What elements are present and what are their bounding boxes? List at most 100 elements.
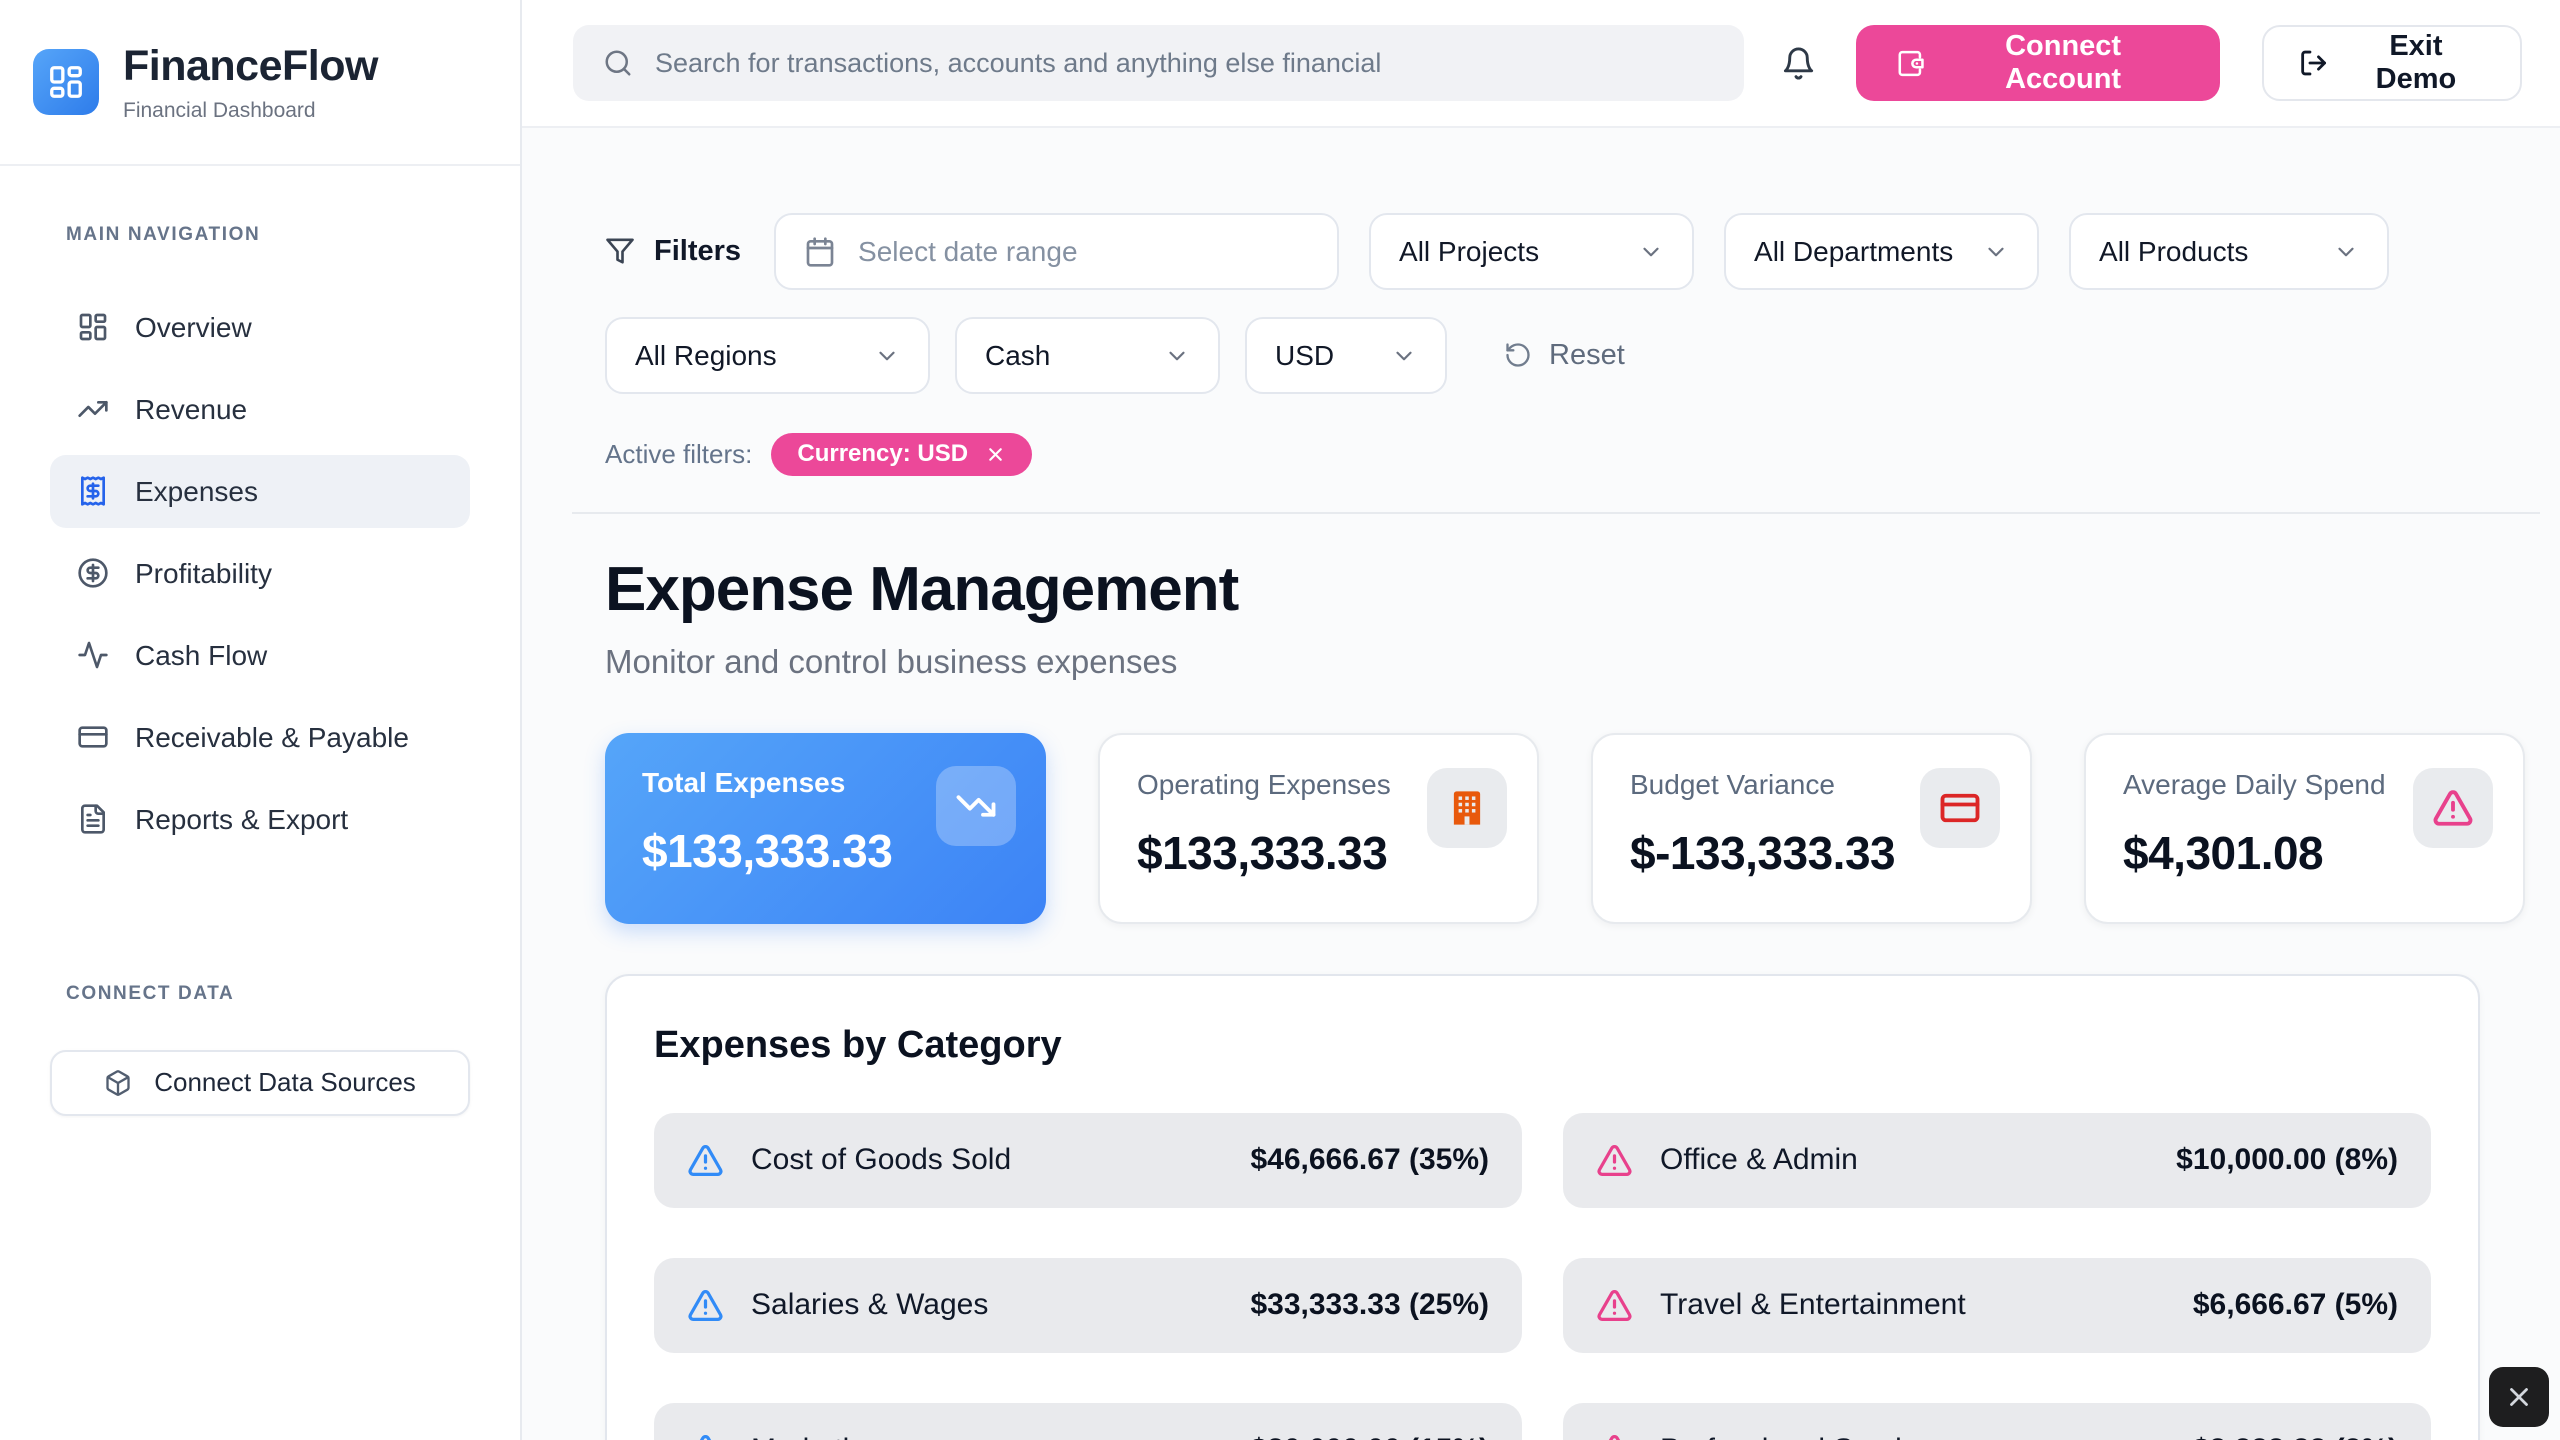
file-text-icon — [77, 803, 109, 835]
activity-icon — [77, 639, 109, 671]
stat-cards-row: Total Expenses $133,333.33 Operating Exp… — [605, 733, 2525, 924]
close-overlay-button[interactable] — [2489, 1367, 2549, 1427]
sidebar-item-receivable-payable[interactable]: Receivable & Payable — [50, 701, 470, 774]
stat-card-average-daily-spend[interactable]: Average Daily Spend $4,301.08 — [2084, 733, 2525, 924]
stat-value: $133,333.33 — [642, 824, 892, 879]
page-title: Expense Management — [605, 553, 2523, 627]
sidebar-item-label: Receivable & Payable — [135, 721, 409, 755]
payment-method-select[interactable]: Cash — [955, 317, 1220, 394]
category-row-salaries-wages: Salaries & Wages $33,333.33 (25%) — [654, 1258, 1522, 1353]
stat-icon-box — [936, 766, 1016, 846]
stat-icon-box — [2413, 768, 2493, 848]
building-icon — [1446, 787, 1488, 829]
app-window: FinanceFlow Financial Dashboard MAIN NAV… — [0, 0, 2560, 1440]
filters-row-2: All Regions Cash USD Reset — [605, 317, 2523, 394]
active-filter-chip-currency[interactable]: Currency: USD — [771, 433, 1032, 476]
reset-filters-button[interactable]: Reset — [1504, 338, 1625, 373]
content-area: Filters Select date range All Projects A… — [522, 128, 2560, 1440]
departments-select[interactable]: All Departments — [1724, 213, 2039, 290]
package-icon — [104, 1069, 132, 1097]
active-filters-row: Active filters: Currency: USD — [605, 433, 2523, 476]
stat-text-block: Budget Variance $-133,333.33 — [1630, 768, 1895, 922]
filters-label: Filters — [654, 234, 741, 269]
alert-triangle-icon — [1596, 1142, 1633, 1179]
regions-select[interactable]: All Regions — [605, 317, 930, 394]
credit-card-icon — [77, 721, 109, 753]
brand-tagline: Financial Dashboard — [123, 98, 378, 123]
close-icon[interactable] — [985, 444, 1006, 465]
products-select-value: All Products — [2099, 235, 2248, 269]
stat-icon-box — [1427, 768, 1507, 848]
calendar-icon — [804, 236, 836, 268]
sidebar-section-label-connect: CONNECT DATA — [66, 983, 454, 1006]
active-filter-chip-label: Currency: USD — [797, 440, 968, 469]
category-value: $33,333.33 (25%) — [1250, 1287, 1489, 1323]
stat-value: $4,301.08 — [2123, 826, 2386, 881]
projects-select-value: All Projects — [1399, 235, 1539, 269]
category-row-cost-of-goods-sold: Cost of Goods Sold $46,666.67 (35%) — [654, 1113, 1522, 1208]
category-label: Travel & Entertainment — [1660, 1287, 1966, 1323]
sidebar-item-overview[interactable]: Overview — [50, 291, 470, 364]
category-label: Professional Services — [1660, 1432, 1948, 1440]
stat-label: Total Expenses — [642, 766, 892, 800]
stat-card-total-expenses[interactable]: Total Expenses $133,333.33 — [605, 733, 1046, 924]
page-subtitle: Monitor and control business expenses — [605, 642, 2523, 682]
sidebar-item-revenue[interactable]: Revenue — [50, 373, 470, 446]
exit-demo-label: Exit Demo — [2347, 30, 2485, 96]
date-range-placeholder: Select date range — [858, 235, 1078, 269]
sidebar-item-expenses[interactable]: Expenses — [50, 455, 470, 528]
connect-data-sources-button[interactable]: Connect Data Sources — [50, 1050, 470, 1116]
app-logo — [33, 49, 99, 115]
sidebar-item-label: Cash Flow — [135, 639, 267, 673]
sidebar-item-cash-flow[interactable]: Cash Flow — [50, 619, 470, 692]
sidebar-item-label: Revenue — [135, 393, 247, 427]
expenses-by-category-card: Expenses by Category Cost of Goods Sold … — [605, 974, 2480, 1440]
stat-card-operating-expenses[interactable]: Operating Expenses $133,333.33 — [1098, 733, 1539, 924]
chevron-down-icon — [874, 343, 900, 369]
chevron-down-icon — [1638, 239, 1664, 265]
payment-method-select-value: Cash — [985, 339, 1050, 373]
layout-dashboard-icon — [77, 311, 109, 343]
stat-icon-box — [1920, 768, 2000, 848]
sidebar-header: FinanceFlow Financial Dashboard — [0, 0, 520, 166]
close-icon — [2504, 1382, 2534, 1412]
projects-select[interactable]: All Projects — [1369, 213, 1694, 290]
chevron-down-icon — [1983, 239, 2009, 265]
reset-label: Reset — [1549, 338, 1625, 373]
rotate-ccw-icon — [1504, 341, 1532, 369]
date-range-input[interactable]: Select date range — [774, 213, 1339, 290]
category-value: $20,000.00 (15%) — [1250, 1432, 1489, 1440]
stat-text-block: Operating Expenses $133,333.33 — [1137, 768, 1391, 922]
category-row-professional-services: Professional Services $3,333.33 (3%) — [1563, 1403, 2431, 1440]
currency-select-value: USD — [1275, 339, 1334, 373]
exit-demo-button[interactable]: Exit Demo — [2262, 25, 2522, 101]
stat-text-block: Total Expenses $133,333.33 — [642, 766, 892, 924]
category-value: $6,666.67 (5%) — [2193, 1287, 2398, 1323]
search-input[interactable] — [655, 48, 1714, 79]
connect-data-sources-label: Connect Data Sources — [154, 1067, 416, 1098]
chevron-down-icon — [2333, 239, 2359, 265]
sidebar-item-reports-export[interactable]: Reports & Export — [50, 783, 470, 856]
products-select[interactable]: All Products — [2069, 213, 2389, 290]
category-value: $46,666.67 (35%) — [1250, 1142, 1489, 1178]
category-row-travel-entertainment: Travel & Entertainment $6,666.67 (5%) — [1563, 1258, 2431, 1353]
stat-text-block: Average Daily Spend $4,301.08 — [2123, 768, 2386, 922]
sidebar-item-label: Profitability — [135, 557, 272, 591]
connect-account-button[interactable]: Connect Account — [1856, 25, 2219, 101]
log-out-icon — [2299, 48, 2328, 78]
category-row-office-admin: Office & Admin $10,000.00 (8%) — [1563, 1113, 2431, 1208]
alert-triangle-icon — [687, 1287, 724, 1324]
category-value: $10,000.00 (8%) — [2176, 1142, 2398, 1178]
category-label: Cost of Goods Sold — [751, 1142, 1011, 1178]
notifications-button[interactable] — [1770, 34, 1827, 92]
currency-select[interactable]: USD — [1245, 317, 1447, 394]
receipt-icon — [77, 475, 109, 507]
sidebar-item-profitability[interactable]: Profitability — [50, 537, 470, 610]
category-value: $3,333.33 (3%) — [2193, 1432, 2398, 1440]
stat-card-budget-variance[interactable]: Budget Variance $-133,333.33 — [1591, 733, 2032, 924]
connect-account-label: Connect Account — [1947, 30, 2180, 96]
alert-triangle-icon — [1596, 1432, 1633, 1440]
chevron-down-icon — [1391, 343, 1417, 369]
trending-down-icon — [955, 785, 997, 827]
topbar: Connect Account Exit Demo — [522, 0, 2560, 128]
